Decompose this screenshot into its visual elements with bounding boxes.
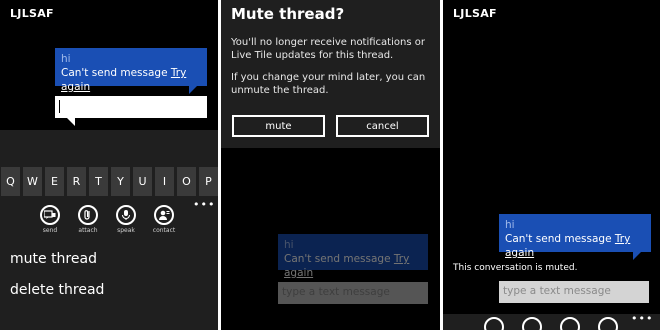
dialog-title: Mute thread?: [231, 5, 345, 23]
attach-icon: [78, 205, 98, 225]
message-bubble[interactable]: hi Can't send message Try again: [499, 214, 651, 260]
key-q[interactable]: Q: [1, 167, 20, 196]
appbar-icons: [475, 317, 627, 330]
input-placeholder: type a text message: [282, 286, 390, 298]
keyboard-row: Q W E R T Y U I O P: [1, 167, 218, 196]
input-placeholder: type a text message: [503, 285, 611, 297]
send-label: send: [42, 227, 58, 234]
attach-icon: [522, 317, 542, 330]
contact-icon: [598, 317, 618, 330]
contact-button[interactable]: contact: [145, 205, 183, 234]
contact-name: LJLSAF: [453, 7, 497, 20]
key-w[interactable]: W: [23, 167, 42, 196]
appbar: •••: [443, 312, 660, 330]
bubble-tail: [189, 86, 197, 94]
key-u[interactable]: U: [133, 167, 152, 196]
message-status: Can't send message Try again: [61, 66, 201, 94]
speak-button[interactable]: speak: [107, 205, 145, 234]
bubble-tail: [633, 252, 641, 260]
key-i[interactable]: I: [155, 167, 174, 196]
error-text: Can't send message: [284, 253, 391, 265]
message-bubble[interactable]: hi Can't send message Try again: [55, 48, 207, 94]
cancel-button[interactable]: cancel: [336, 115, 429, 137]
message-text: hi: [284, 239, 294, 251]
contact-icon: [154, 205, 174, 225]
attach-label: attach: [78, 227, 98, 234]
send-button[interactable]: [475, 317, 513, 330]
muted-notice: This conversation is muted.: [453, 263, 578, 273]
message-input: type a text message: [278, 282, 428, 304]
message-bubble: hi Can't send message Try again: [278, 234, 428, 279]
attach-button[interactable]: attach: [69, 205, 107, 234]
attach-button[interactable]: [513, 317, 551, 330]
dialog-text-notifications: You'll no longer receive notifications o…: [231, 37, 425, 61]
microphone-icon: [560, 317, 580, 330]
key-y[interactable]: Y: [111, 167, 130, 196]
key-p[interactable]: P: [199, 167, 218, 196]
more-options-button[interactable]: •••: [631, 312, 653, 325]
text-caret: [59, 100, 60, 113]
error-text: Can't send message: [61, 67, 168, 79]
screen-compose-menu: LJLSAF hi Can't send message Try again Q…: [0, 0, 218, 330]
message-text: hi: [505, 219, 515, 231]
message-text: hi: [61, 53, 71, 65]
screen-mute-dialog: Mute thread? You'll no longer receive no…: [221, 0, 440, 330]
key-e[interactable]: E: [45, 167, 64, 196]
menu-item-mute-thread[interactable]: mute thread: [10, 251, 97, 267]
input-tail: [67, 118, 75, 126]
microphone-icon: [116, 205, 136, 225]
screen-muted-conversation: LJLSAF hi Can't send message Try again T…: [443, 0, 660, 330]
message-status: Can't send message Try again: [284, 252, 422, 280]
message-input[interactable]: [55, 96, 207, 126]
contact-name: LJLSAF: [10, 7, 54, 20]
dialog-text-unmute: If you change your mind later, you can u…: [231, 72, 426, 96]
key-o[interactable]: O: [177, 167, 196, 196]
key-r[interactable]: R: [67, 167, 86, 196]
message-input[interactable]: type a text message: [499, 281, 649, 303]
contact-label: contact: [152, 227, 176, 234]
more-options-button[interactable]: •••: [193, 198, 215, 211]
send-button[interactable]: send: [31, 205, 69, 234]
appbar: send attach speak contact: [31, 205, 183, 234]
keyboard-appbar-panel: Q W E R T Y U I O P send attach speak co…: [0, 130, 218, 330]
key-t[interactable]: T: [89, 167, 108, 196]
mute-dialog: Mute thread? You'll no longer receive no…: [221, 0, 440, 148]
mute-button[interactable]: mute: [232, 115, 325, 137]
contact-button[interactable]: [589, 317, 627, 330]
message-status: Can't send message Try again: [505, 232, 645, 260]
error-text: Can't send message: [505, 233, 612, 245]
speak-button[interactable]: [551, 317, 589, 330]
speak-label: speak: [117, 227, 135, 234]
menu-item-delete-thread[interactable]: delete thread: [10, 282, 104, 298]
send-icon: [484, 317, 504, 330]
send-icon: [40, 205, 60, 225]
